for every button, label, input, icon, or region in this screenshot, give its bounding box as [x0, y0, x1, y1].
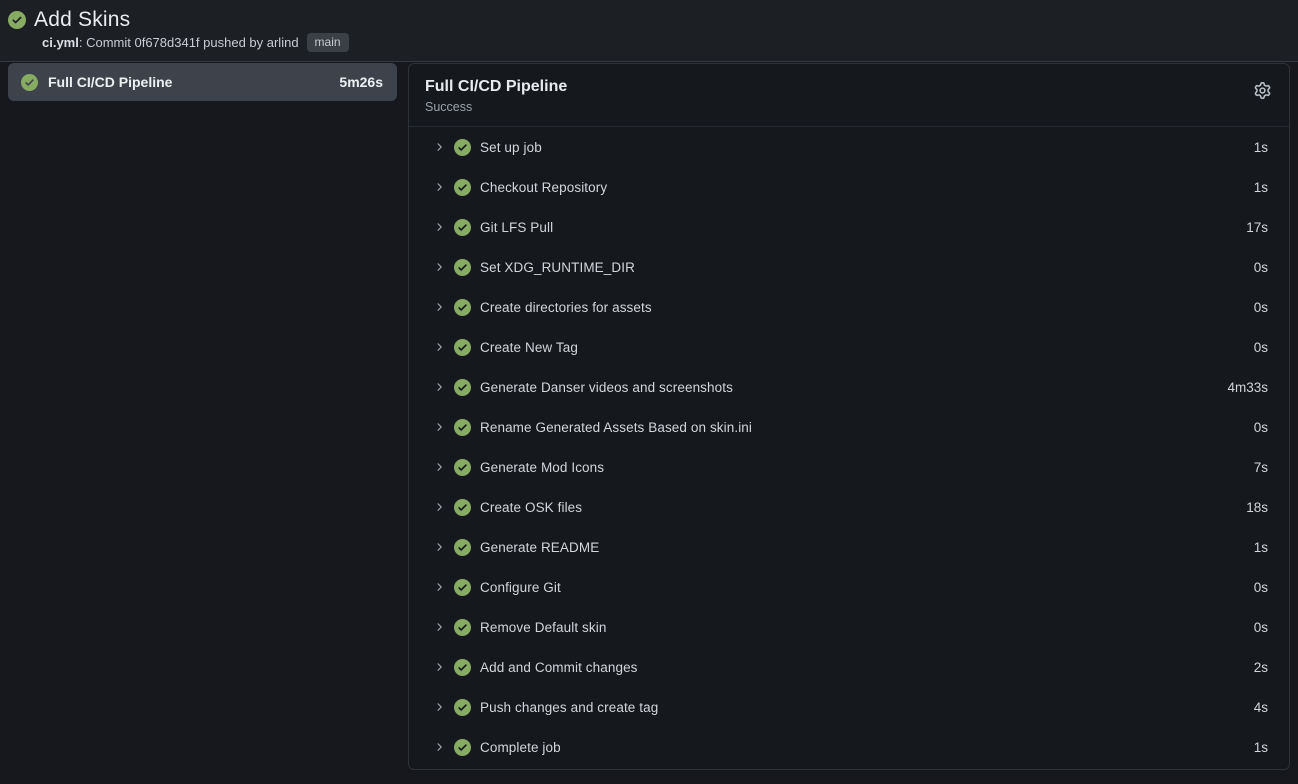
gear-icon[interactable]	[1254, 76, 1273, 99]
job-item-full-cicd-pipeline[interactable]: Full CI/CD Pipeline 5m26s	[8, 63, 397, 101]
step-name: Add and Commit changes	[480, 660, 1254, 675]
job-status-text: Success	[425, 100, 567, 115]
step-duration: 0s	[1254, 260, 1268, 275]
chevron-right-icon[interactable]	[433, 581, 445, 593]
step-name: Remove Default skin	[480, 620, 1254, 635]
chevron-right-icon[interactable]	[433, 301, 445, 313]
step-list: Set up job 1s Checkout Repository 1s	[409, 127, 1289, 769]
chevron-right-icon[interactable]	[433, 461, 445, 473]
step-name: Create directories for assets	[480, 300, 1254, 315]
chevron-right-icon[interactable]	[433, 541, 445, 553]
step-name: Create New Tag	[480, 340, 1254, 355]
check-circle-icon	[454, 499, 471, 516]
check-circle-icon	[454, 459, 471, 476]
step-row[interactable]: Set XDG_RUNTIME_DIR 0s	[409, 247, 1289, 287]
step-row[interactable]: Complete job 1s	[409, 727, 1289, 767]
chevron-right-icon[interactable]	[433, 141, 445, 153]
job-panel: Full CI/CD Pipeline Success Set up job 1…	[408, 63, 1290, 770]
chevron-right-icon[interactable]	[433, 421, 445, 433]
check-circle-icon	[454, 699, 471, 716]
chevron-right-icon[interactable]	[433, 621, 445, 633]
run-title: Add Skins	[34, 8, 130, 32]
step-duration: 0s	[1254, 340, 1268, 355]
check-circle-icon	[454, 179, 471, 196]
step-name: Generate Danser videos and screenshots	[480, 380, 1227, 395]
step-row[interactable]: Set up job 1s	[409, 127, 1289, 167]
step-name: Generate README	[480, 540, 1254, 555]
step-duration: 2s	[1254, 660, 1268, 675]
job-name: Full CI/CD Pipeline	[48, 74, 339, 90]
step-name: Create OSK files	[480, 500, 1246, 515]
step-duration: 1s	[1254, 740, 1268, 755]
step-duration: 0s	[1254, 580, 1268, 595]
commit-text: : Commit 0f678d341f pushed by arlind	[79, 35, 299, 50]
step-row[interactable]: Rename Generated Assets Based on skin.in…	[409, 407, 1289, 447]
step-row[interactable]: Git LFS Pull 17s	[409, 207, 1289, 247]
check-circle-icon	[454, 659, 471, 676]
step-duration: 1s	[1254, 180, 1268, 195]
step-row[interactable]: Create OSK files 18s	[409, 487, 1289, 527]
chevron-right-icon[interactable]	[433, 741, 445, 753]
run-subtitle: ci.yml: Commit 0f678d341f pushed by arli…	[42, 33, 1288, 52]
step-duration: 1s	[1254, 540, 1268, 555]
check-circle-icon	[454, 379, 471, 396]
step-duration: 4s	[1254, 700, 1268, 715]
step-row[interactable]: Generate Mod Icons 7s	[409, 447, 1289, 487]
chevron-right-icon[interactable]	[433, 221, 445, 233]
step-row[interactable]: Checkout Repository 1s	[409, 167, 1289, 207]
step-name: Git LFS Pull	[480, 220, 1246, 235]
step-name: Configure Git	[480, 580, 1254, 595]
chevron-right-icon[interactable]	[433, 261, 445, 273]
check-circle-icon	[454, 259, 471, 276]
branch-badge[interactable]: main	[307, 33, 349, 52]
check-circle-icon	[454, 619, 471, 636]
check-circle-icon	[454, 579, 471, 596]
step-row[interactable]: Create directories for assets 0s	[409, 287, 1289, 327]
step-duration: 4m33s	[1227, 380, 1268, 395]
step-duration: 17s	[1246, 220, 1268, 235]
step-row[interactable]: Add and Commit changes 2s	[409, 647, 1289, 687]
check-circle-icon	[454, 539, 471, 556]
step-duration: 0s	[1254, 620, 1268, 635]
jobs-sidebar: Full CI/CD Pipeline 5m26s	[0, 62, 408, 101]
check-circle-icon	[454, 339, 471, 356]
chevron-right-icon[interactable]	[433, 181, 445, 193]
chevron-right-icon[interactable]	[433, 501, 445, 513]
check-circle-icon	[454, 299, 471, 316]
step-name: Generate Mod Icons	[480, 460, 1254, 475]
step-duration: 0s	[1254, 420, 1268, 435]
step-name: Rename Generated Assets Based on skin.in…	[480, 420, 1254, 435]
step-row[interactable]: Push changes and create tag 4s	[409, 687, 1289, 727]
check-circle-icon	[21, 74, 38, 91]
check-circle-icon	[454, 739, 471, 756]
workflow-file-name: ci.yml	[42, 35, 79, 50]
job-duration: 5m26s	[339, 74, 383, 90]
check-circle-icon	[454, 419, 471, 436]
check-circle-icon	[454, 139, 471, 156]
step-name: Complete job	[480, 740, 1254, 755]
check-circle-icon	[454, 219, 471, 236]
step-name: Checkout Repository	[480, 180, 1254, 195]
step-name: Push changes and create tag	[480, 700, 1254, 715]
chevron-right-icon[interactable]	[433, 701, 445, 713]
check-circle-icon	[8, 11, 26, 29]
chevron-right-icon[interactable]	[433, 341, 445, 353]
panel-job-title: Full CI/CD Pipeline	[425, 76, 567, 97]
step-row[interactable]: Generate README 1s	[409, 527, 1289, 567]
step-name: Set up job	[480, 140, 1254, 155]
chevron-right-icon[interactable]	[433, 661, 445, 673]
job-panel-header: Full CI/CD Pipeline Success	[409, 64, 1289, 127]
step-name: Set XDG_RUNTIME_DIR	[480, 260, 1254, 275]
step-row[interactable]: Remove Default skin 0s	[409, 607, 1289, 647]
run-header: Add Skins ci.yml: Commit 0f678d341f push…	[0, 0, 1298, 62]
step-row[interactable]: Generate Danser videos and screenshots 4…	[409, 367, 1289, 407]
step-duration: 1s	[1254, 140, 1268, 155]
step-row[interactable]: Configure Git 0s	[409, 567, 1289, 607]
step-duration: 0s	[1254, 300, 1268, 315]
step-duration: 18s	[1246, 500, 1268, 515]
step-duration: 7s	[1254, 460, 1268, 475]
step-row[interactable]: Create New Tag 0s	[409, 327, 1289, 367]
chevron-right-icon[interactable]	[433, 381, 445, 393]
